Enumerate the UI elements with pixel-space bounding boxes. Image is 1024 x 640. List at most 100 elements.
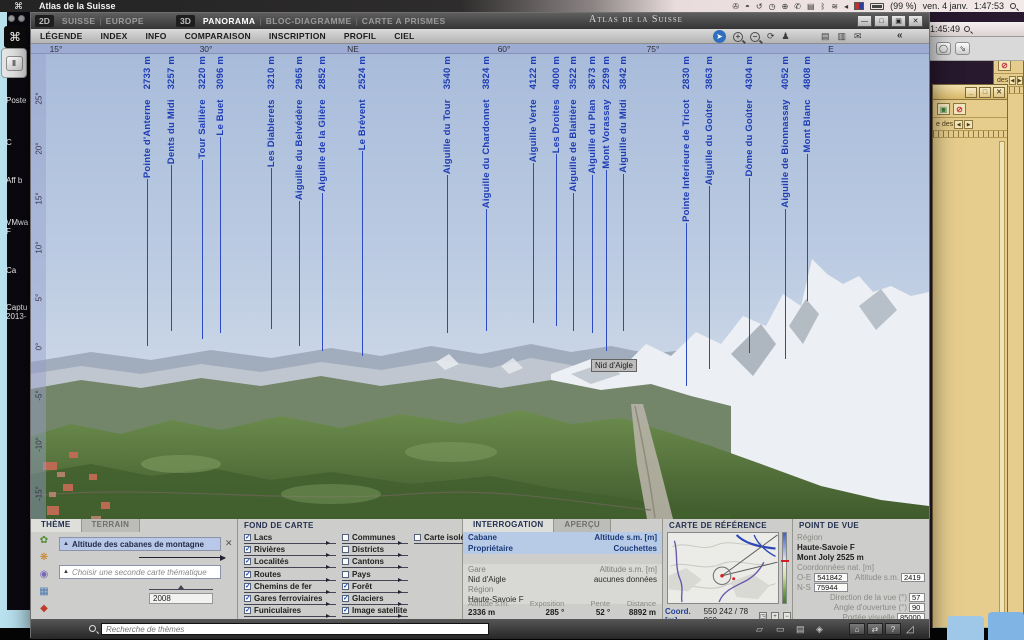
tab-panorama[interactable]: PANORAMA: [199, 16, 260, 26]
peak-label[interactable]: Aiguille de Blaitière 3522 m: [568, 56, 579, 331]
tab-carte-a-prismes[interactable]: CARTE A PRISMES: [358, 16, 450, 26]
peak-label[interactable]: Aiguille de la Glière 2852 m: [317, 56, 328, 351]
layer-checkbox[interactable]: ✓: [342, 583, 349, 590]
layer-checkbox[interactable]: ✓: [342, 607, 349, 614]
layer-opacity-slider[interactable]: [244, 543, 336, 544]
close-icon[interactable]: ✕: [993, 87, 1005, 98]
person-view-icon[interactable]: ♟: [782, 31, 790, 42]
scrollbar[interactable]: [999, 141, 1005, 629]
direction-input[interactable]: 57: [909, 593, 925, 602]
badge-icon[interactable]: ◈: [816, 624, 823, 635]
tab-interrogation[interactable]: INTERROGATION: [463, 519, 554, 532]
tab-suisse[interactable]: SUISSE: [58, 16, 100, 26]
panorama-view[interactable]: 15°30°NE60°75°E 25°20°15°10°5°0°-5°-10°-…: [31, 44, 929, 519]
peak-label[interactable]: Aiguille du Goûter 3863 m: [704, 56, 715, 369]
theme-fauna-icon[interactable]: ❋: [36, 551, 52, 564]
peak-label[interactable]: Les Diablerets 3210 m: [266, 56, 277, 329]
collapse-panels-button[interactable]: «: [897, 30, 903, 41]
secondary-theme-field[interactable]: ▲ Choisir une seconde carte thématique: [59, 565, 221, 579]
minimize-icon[interactable]: _: [965, 87, 977, 98]
resize-handle-icon[interactable]: ◿: [906, 624, 914, 635]
apple-menu-icon[interactable]: ⌘: [14, 1, 23, 12]
close-button[interactable]: ✕: [908, 15, 923, 27]
tab-3d[interactable]: 3D: [176, 15, 195, 27]
peak-label[interactable]: Aiguille de Bionnassay 4052 m: [780, 56, 791, 359]
spotlight-icon[interactable]: [964, 26, 970, 32]
keyboard-flag-icon[interactable]: [854, 2, 864, 10]
spotlight-icon[interactable]: [1010, 3, 1016, 9]
angle-input[interactable]: 90: [909, 603, 925, 612]
desktop-icon-label[interactable]: Captu 2013-: [6, 303, 30, 321]
layer-checkbox[interactable]: [342, 534, 349, 541]
document-icon[interactable]: ▤: [796, 624, 805, 635]
pause-button[interactable]: ‖: [6, 56, 23, 71]
dock-window-icon[interactable]: [947, 616, 984, 640]
layer-checkbox[interactable]: ✓: [244, 571, 251, 578]
tab-terrain[interactable]: TERRAIN: [82, 519, 141, 532]
desktop-icon-label[interactable]: Poste: [6, 96, 30, 105]
layer-checkbox[interactable]: ✓: [244, 558, 251, 565]
layer-opacity-slider[interactable]: [342, 592, 408, 593]
bluetooth-icon[interactable]: ᛒ: [821, 2, 826, 11]
altitude-input[interactable]: 2419: [901, 573, 925, 582]
spin-right-icon[interactable]: ▶: [964, 120, 973, 129]
menu-profil[interactable]: PROFIL: [335, 31, 385, 41]
peak-label[interactable]: Tour Sallière 3220 m: [197, 56, 208, 339]
desktop-icon-label[interactable]: Aff b: [6, 176, 30, 185]
reference-map[interactable]: [667, 532, 779, 604]
arrow-tool-icon[interactable]: ⇘: [955, 42, 970, 55]
desktop-icon-label[interactable]: VMwa F: [6, 218, 30, 236]
oe-input[interactable]: 541842: [814, 573, 848, 582]
clock-icon[interactable]: ◷: [769, 2, 776, 11]
layer-opacity-slider[interactable]: [244, 567, 336, 568]
desktop-icon-label[interactable]: Ca: [6, 266, 30, 275]
theme-search-input[interactable]: [101, 623, 489, 635]
clear-theme-icon[interactable]: ✕: [225, 538, 233, 549]
layer-checkbox[interactable]: [342, 558, 349, 565]
mail-panel-icon[interactable]: ✉: [854, 31, 862, 42]
menu-inscription[interactable]: INSCRIPTION: [260, 31, 335, 41]
peak-label[interactable]: Le Brévent 2524 m: [357, 56, 368, 356]
peak-label[interactable]: Aiguille du Midi 3842 m: [618, 56, 629, 331]
picture-icon[interactable]: ▣: [937, 103, 950, 115]
layer-opacity-slider[interactable]: [342, 555, 408, 556]
shape-tool-icon[interactable]: ◯: [936, 42, 951, 55]
screen-icon[interactable]: ▭: [776, 624, 785, 635]
tab-bloc-diagramme[interactable]: BLOC-DIAGRAMME: [262, 16, 356, 26]
theme-time-slider[interactable]: [139, 557, 225, 558]
peak-label[interactable]: Aiguille du Tour 3540 m: [442, 56, 453, 333]
menubar-date[interactable]: ven. 4 janv.: [923, 1, 968, 11]
menubar-app-name[interactable]: Atlas de la Suisse: [39, 1, 116, 11]
ns-input[interactable]: 75944: [814, 583, 848, 592]
tab-apercu[interactable]: APERÇU: [554, 519, 611, 532]
zoom-out-icon[interactable]: −: [750, 32, 760, 42]
menubar-time[interactable]: 1:47:53: [974, 1, 1004, 11]
peak-label[interactable]: Aiguille Verte 4122 m: [528, 56, 539, 323]
tab-europe[interactable]: EUROPE: [102, 16, 148, 26]
sync-icon[interactable]: ✇: [732, 2, 739, 11]
layer-checkbox[interactable]: ✓: [342, 595, 349, 602]
compare-button[interactable]: ⇄: [867, 623, 883, 635]
layer-opacity-slider[interactable]: [342, 580, 408, 581]
zoom-in-icon[interactable]: +: [733, 32, 743, 42]
menu-comparaison[interactable]: COMPARAISON: [176, 31, 260, 41]
peak-label[interactable]: Mont Blanc 4808 m: [802, 56, 813, 301]
dock-window-icon[interactable]: [988, 612, 1024, 640]
peak-label[interactable]: Pointe Inferieure de Tricot 2830 m: [681, 56, 692, 386]
spin-right-icon[interactable]: ▶: [1017, 76, 1023, 85]
menu-légende[interactable]: LÉGENDE: [31, 31, 92, 41]
peak-label[interactable]: Mont Vorassay 2299 m: [601, 56, 612, 351]
peak-label[interactable]: Le Buet 3096 m: [215, 56, 226, 333]
layer-checkbox[interactable]: [414, 534, 421, 541]
layer-opacity-slider[interactable]: [342, 543, 408, 544]
theme-calendar-icon[interactable]: ▦: [36, 585, 52, 598]
layer-opacity-slider[interactable]: [244, 555, 336, 556]
layer-checkbox[interactable]: [342, 546, 349, 553]
help-button[interactable]: ?: [885, 623, 901, 635]
layer-opacity-slider[interactable]: [342, 604, 408, 605]
chat-icon[interactable]: ◓: [745, 2, 750, 11]
layer-checkbox[interactable]: [342, 571, 349, 578]
year-slider[interactable]: [149, 589, 213, 590]
desktop-icon-label[interactable]: C: [6, 138, 30, 147]
keyboard-panel-icon[interactable]: ▤: [821, 31, 830, 42]
